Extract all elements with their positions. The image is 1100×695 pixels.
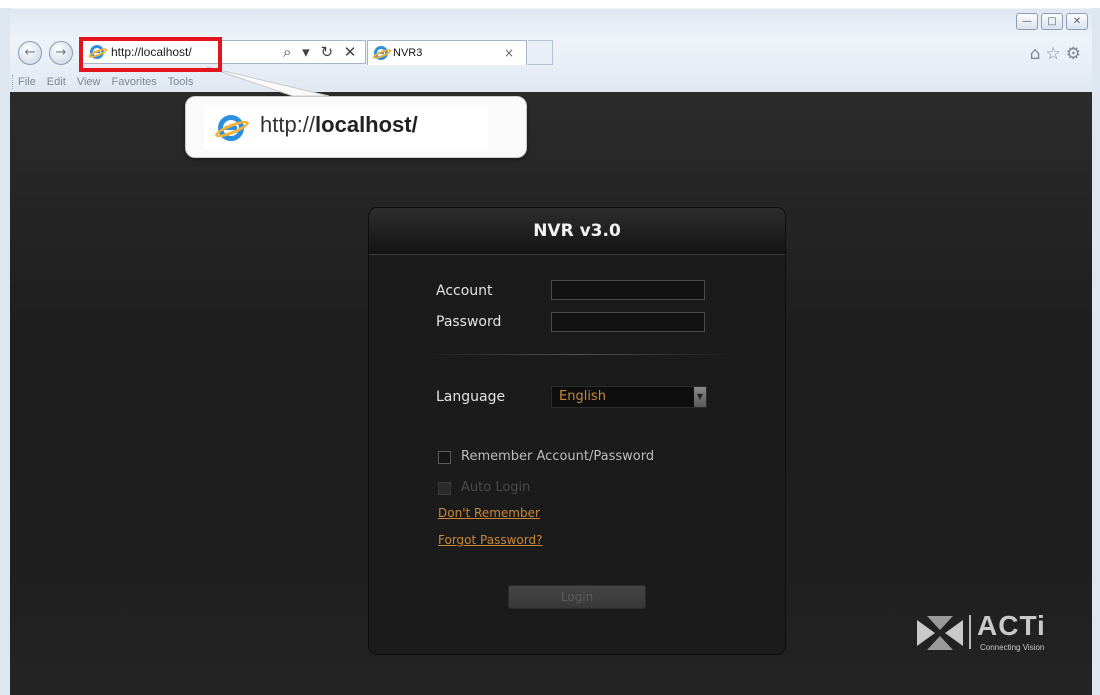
callout-pointer <box>206 66 330 97</box>
language-label: Language <box>436 389 506 405</box>
password-input[interactable] <box>551 312 705 332</box>
callout-url: http://localhost/ <box>260 112 418 138</box>
menu-grip <box>12 75 15 89</box>
address-highlight-box <box>79 37 222 72</box>
home-favorites-settings-icons[interactable]: ⌂☆⚙ <box>1030 44 1086 64</box>
language-value: English <box>559 389 606 404</box>
password-label: Password <box>436 314 502 330</box>
auto-login-checkbox[interactable] <box>438 482 451 495</box>
acti-mark-icon <box>917 616 963 650</box>
menu-favorites[interactable]: Favorites <box>112 76 157 88</box>
dropdown-arrow-icon[interactable]: ▼ <box>694 387 706 407</box>
address-callout: http://localhost/ <box>185 96 527 158</box>
login-title: NVR v3.0 <box>533 221 621 241</box>
callout-content: http://localhost/ <box>204 105 488 149</box>
tab-title: NVR3 <box>393 47 423 59</box>
maximize-button[interactable]: □ <box>1041 13 1063 30</box>
menu-tools[interactable]: Tools <box>168 76 194 88</box>
address-tools-icons[interactable]: ⌕ ▾ ↻ ✕ <box>283 41 359 63</box>
divider <box>417 354 737 355</box>
account-input[interactable] <box>551 280 705 300</box>
menu-view[interactable]: View <box>77 76 101 88</box>
new-tab-button[interactable] <box>528 40 553 65</box>
back-button[interactable]: ← <box>18 41 42 65</box>
window-frame-left <box>0 8 10 695</box>
menu-edit[interactable]: Edit <box>47 76 66 88</box>
remember-label: Remember Account/Password <box>461 449 655 464</box>
menu-file[interactable]: File <box>18 76 36 88</box>
minimize-button[interactable]: — <box>1016 13 1038 30</box>
close-window-button[interactable]: ✕ <box>1066 13 1088 30</box>
acti-logo: ACTi Connecting Vision <box>917 610 1077 656</box>
ie-tab-icon <box>374 46 388 60</box>
forward-button[interactable]: → <box>49 41 73 65</box>
acti-separator <box>969 615 971 649</box>
acti-tagline: Connecting Vision <box>980 643 1045 652</box>
login-button[interactable]: Login <box>508 585 646 609</box>
menu-bar: File Edit View Favorites Tools <box>18 76 201 88</box>
auto-login-label: Auto Login <box>461 480 531 495</box>
arrow-right-icon: → <box>55 45 67 60</box>
ie-large-icon <box>218 115 244 141</box>
remember-checkbox[interactable] <box>438 451 451 464</box>
callout-url-host: localhost/ <box>315 112 418 137</box>
forgot-password-link[interactable]: Forgot Password? <box>438 533 542 547</box>
dont-remember-link[interactable]: Don't Remember <box>438 506 540 520</box>
login-panel-header: NVR v3.0 <box>369 208 785 255</box>
arrow-left-icon: ← <box>24 45 36 60</box>
acti-name: ACTi <box>977 610 1046 641</box>
window-frame-right <box>1092 8 1100 695</box>
tab-close-icon[interactable]: × <box>504 41 514 65</box>
account-label: Account <box>436 283 493 299</box>
login-panel: NVR v3.0 Account Password Language Engli… <box>369 208 785 654</box>
tab-nvr3[interactable]: NVR3 × <box>367 40 527 65</box>
language-select[interactable]: English ▼ <box>551 386 707 408</box>
callout-url-prefix: http:// <box>260 112 316 137</box>
